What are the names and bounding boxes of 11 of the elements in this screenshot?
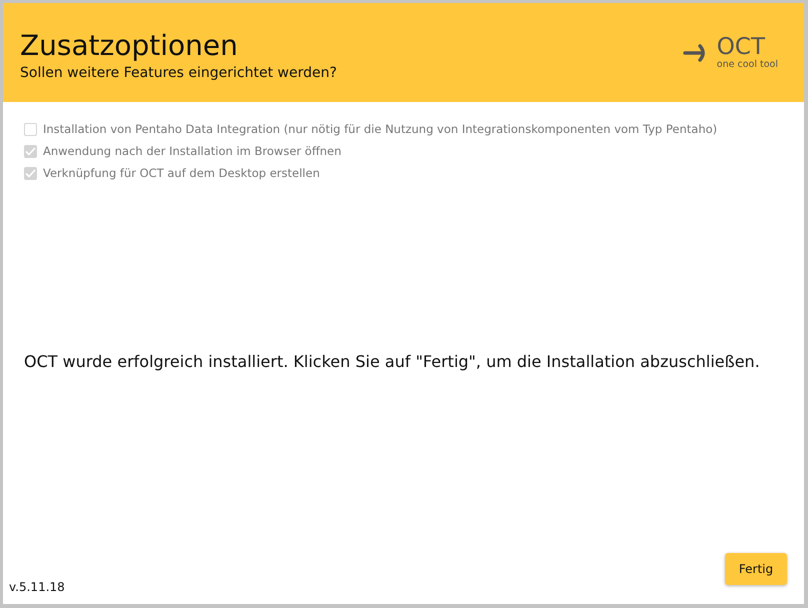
checkbox-label: Verknüpfung für OCT auf dem Desktop erstellen — [43, 166, 320, 180]
arrow-logo-icon — [682, 42, 707, 62]
version-label: v.5.11.18 — [9, 580, 65, 594]
logo-tagline: one cool tool — [716, 59, 778, 70]
logo-name: OCT — [716, 35, 766, 59]
checkbox-label: Installation von Pentaho Data Integration (nur nötig für die Nutzung von Integrationskomponenten vom Typ Pentaho) — [43, 122, 718, 136]
finish-button[interactable]: Fertig — [725, 553, 787, 585]
checkbox-label: Anwendung nach der Installation im Browser öffnen — [43, 144, 342, 158]
page-subtitle: Sollen weitere Features eingerichtet werden? — [20, 64, 337, 82]
page-title: Zusatzoptionen — [20, 28, 239, 62]
status-message: OCT wurde erfolgreich installiert. Klicken Sie auf "Fertig", um die Installation abzuschließen. — [24, 352, 761, 371]
